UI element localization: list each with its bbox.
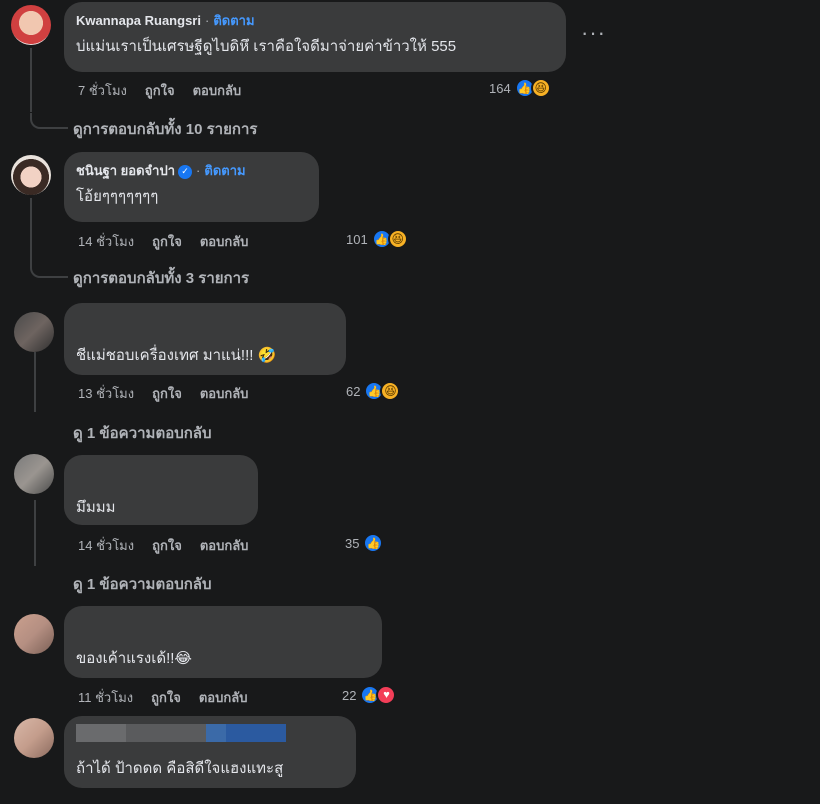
comment-bubble: Kwannapa Ruangsri · ติดตาม บ่แม่นเราเป็นเศ… — [64, 2, 566, 72]
comment-text: ถ้าได้ ป้าดดด คือสิดีใจแฮงแทะสู — [76, 760, 284, 777]
avatar[interactable] — [14, 312, 54, 352]
verified-badge-icon: ✓ — [178, 164, 193, 179]
comment-actions: 13 ชั่วโมง ถูกใจ ตอบกลับ — [78, 383, 266, 404]
comment-bubble: ของเค้าแรงเด้!!😂 — [64, 606, 382, 678]
author-name[interactable]: Kwannapa Ruangsri — [76, 13, 201, 28]
thread-line — [34, 352, 36, 412]
follow-button[interactable]: ติดตาม — [213, 13, 254, 28]
comment-actions: 7 ชั่วโมง ถูกใจ ตอบกลับ — [78, 80, 259, 101]
comment-actions: 14 ชั่วโมง ถูกใจ ตอบกลับ — [78, 231, 266, 252]
reply-button[interactable]: ตอบกลับ — [193, 83, 242, 98]
like-button[interactable]: ถูกใจ — [145, 83, 175, 98]
like-button[interactable]: ถูกใจ — [152, 386, 182, 401]
haha-icon: 😆 — [387, 229, 408, 249]
author-name-redacted — [76, 311, 334, 329]
reaction-count: 22 — [342, 687, 357, 703]
reply-button[interactable]: ตอบกลับ — [200, 386, 249, 401]
like-icon: 👍 — [363, 533, 384, 553]
comment-text: ของเค้าแรงเด้!!😂 — [76, 650, 192, 667]
view-replies-link[interactable]: ดู 1 ข้อความตอบกลับ — [73, 421, 212, 445]
author-name-redacted — [76, 463, 246, 481]
like-button[interactable]: ถูกใจ — [151, 690, 181, 705]
haha-icon: 😆 — [530, 78, 551, 98]
timestamp[interactable]: 13 ชั่วโมง — [78, 386, 134, 401]
comment-bubble: ถ้าได้ ป้าดดด คือสิดีใจแฮงแทะสู — [64, 716, 356, 788]
reaction-count: 101 — [346, 231, 368, 247]
reaction-count: 164 — [489, 80, 511, 96]
avatar[interactable] — [11, 155, 51, 195]
view-replies-link[interactable]: ดู 1 ข้อความตอบกลับ — [73, 572, 212, 596]
comment-bubble: ชีแม่ชอบเครื่องเทศ มาแน่!!! 🤣 — [64, 303, 346, 375]
avatar[interactable] — [11, 5, 51, 45]
timestamp[interactable]: 14 ชั่วโมง — [78, 234, 134, 249]
thread-connector — [30, 262, 68, 278]
love-icon: ♥ — [376, 685, 397, 705]
thread-line — [34, 500, 36, 566]
reaction-summary[interactable]: 62 👍 😆 — [346, 381, 401, 401]
view-replies-link[interactable]: ดูการตอบกลับทั้ง 10 รายการ — [73, 117, 257, 141]
reaction-summary[interactable]: 101 👍 😆 — [346, 229, 408, 249]
author-name[interactable]: ชนินฐา ยอดจำปา — [76, 163, 175, 178]
thread-connector — [30, 113, 68, 129]
timestamp[interactable]: 11 ชั่วโมง — [78, 690, 133, 705]
comment-actions: 11 ชั่วโมง ถูกใจ ตอบกลับ — [78, 687, 265, 708]
comment-text: โอ้ยๆๆๆๆๆๆๆ — [76, 188, 159, 205]
separator-dot: · — [204, 13, 210, 28]
reply-button[interactable]: ตอบกลับ — [200, 234, 249, 249]
thread-line — [30, 198, 32, 262]
follow-button[interactable]: ติดตาม — [204, 163, 245, 178]
thread-line — [30, 48, 32, 112]
comment-bubble: ชนินฐา ยอดจำปา ✓ · ติดตาม โอ้ยๆๆๆๆๆๆๆ — [64, 152, 319, 222]
separator-dot: · — [196, 163, 201, 178]
reaction-count: 35 — [345, 535, 360, 551]
like-button[interactable]: ถูกใจ — [152, 538, 182, 553]
view-replies-link[interactable]: ดูการตอบกลับทั้ง 3 รายการ — [73, 266, 249, 290]
reaction-count: 62 — [346, 383, 361, 399]
reply-button[interactable]: ตอบกลับ — [199, 690, 248, 705]
author-name-redacted — [76, 724, 344, 742]
reaction-summary[interactable]: 164 👍 😆 — [489, 78, 551, 98]
comment-text: มึมมม — [76, 499, 116, 516]
avatar[interactable] — [14, 454, 54, 494]
haha-icon: 😆 — [380, 381, 401, 401]
avatar[interactable] — [14, 718, 54, 758]
reply-button[interactable]: ตอบกลับ — [200, 538, 249, 553]
comment-actions: 14 ชั่วโมง ถูกใจ ตอบกลับ — [78, 535, 266, 556]
reaction-summary[interactable]: 35 👍 — [345, 533, 384, 553]
comment-bubble: มึมมม — [64, 455, 258, 525]
timestamp[interactable]: 14 ชั่วโมง — [78, 538, 134, 553]
timestamp[interactable]: 7 ชั่วโมง — [78, 83, 127, 98]
reaction-summary[interactable]: 22 👍 ♥ — [342, 685, 397, 705]
more-options-icon[interactable]: ··· — [581, 20, 606, 46]
comment-text: บ่แม่นเราเป็นเศรษฐีดูไบดิหึ เราคือใจดีมา… — [76, 38, 457, 55]
like-button[interactable]: ถูกใจ — [152, 234, 182, 249]
comment-text: ชีแม่ชอบเครื่องเทศ มาแน่!!! 🤣 — [76, 347, 277, 364]
author-name-redacted — [76, 614, 370, 632]
avatar[interactable] — [14, 614, 54, 654]
